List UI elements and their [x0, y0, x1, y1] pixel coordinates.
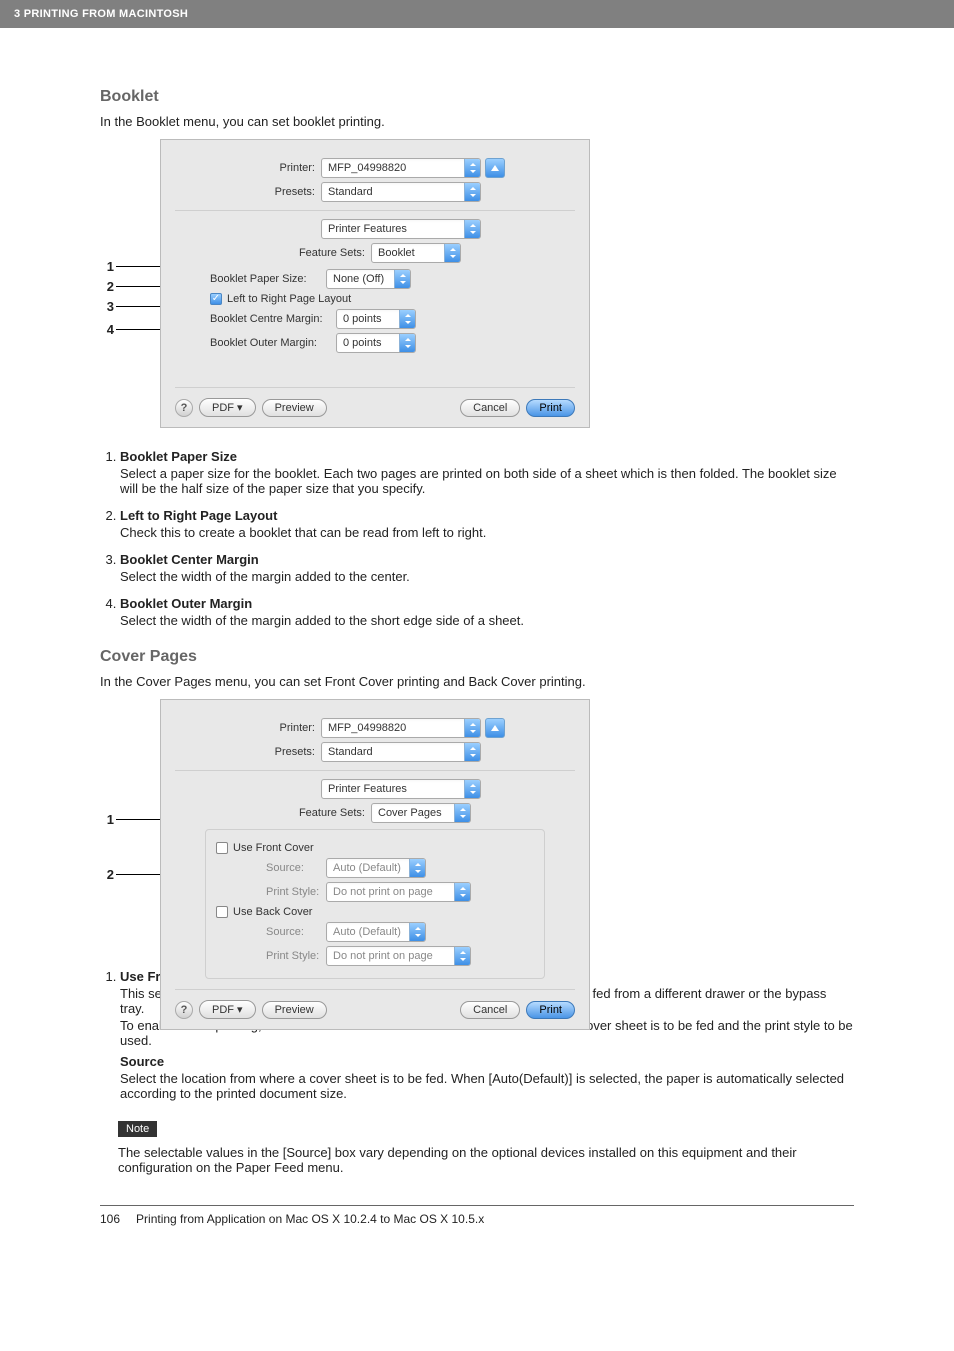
- printer-select[interactable]: MFP_04998820: [321, 718, 481, 738]
- chevron-updown-icon: [464, 743, 480, 761]
- presets-label: Presets:: [175, 186, 315, 198]
- feature-sets-label: Feature Sets:: [175, 247, 365, 259]
- page-number: 106: [100, 1212, 120, 1226]
- callout-2: 2: [100, 279, 114, 294]
- print-dialog-booklet: Printer: MFP_04998820 Presets: Standard …: [160, 139, 590, 428]
- def-body: Select a paper size for the booklet. Eac…: [120, 466, 854, 496]
- chevron-updown-icon: [464, 220, 480, 238]
- callout-1: 1: [100, 259, 114, 274]
- chevron-updown-icon: [399, 334, 415, 352]
- callout-1: 1: [100, 812, 114, 827]
- print-button[interactable]: Print: [526, 399, 575, 417]
- chevron-updown-icon: [399, 310, 415, 328]
- chevron-updown-icon: [454, 883, 470, 901]
- preview-button[interactable]: Preview: [262, 399, 327, 417]
- def-term: Booklet Paper Size: [120, 449, 237, 464]
- source-label: Source:: [266, 926, 320, 938]
- pane-select[interactable]: Printer Features: [321, 219, 481, 239]
- print-style-label: Print Style:: [266, 886, 320, 898]
- pdf-menu-button[interactable]: PDF ▾: [199, 1000, 256, 1019]
- front-style-select[interactable]: Do not print on page: [326, 882, 471, 902]
- use-back-cover-label: Use Back Cover: [233, 906, 312, 918]
- def-body: Select the width of the margin added to …: [120, 613, 854, 628]
- disclosure-button[interactable]: [485, 718, 505, 738]
- feature-sets-select[interactable]: Booklet: [371, 243, 461, 263]
- chevron-updown-icon: [409, 923, 425, 941]
- def-body: Check this to create a booklet that can …: [120, 525, 854, 540]
- note-label: Note: [118, 1121, 157, 1137]
- back-source-select[interactable]: Auto (Default): [326, 922, 426, 942]
- def-body: Select the location from where a cover s…: [120, 1071, 854, 1101]
- print-style-label: Print Style:: [266, 950, 320, 962]
- presets-select[interactable]: Standard: [321, 742, 481, 762]
- booklet-paper-size-select[interactable]: None (Off): [326, 269, 411, 289]
- booklet-definition-list: Booklet Paper Size Select a paper size f…: [100, 449, 854, 628]
- footer-rule: [100, 1205, 854, 1206]
- printer-label: Printer:: [175, 722, 315, 734]
- print-dialog-coverpages: Printer: MFP_04998820 Presets: Standard …: [160, 699, 590, 1030]
- feature-sets-label: Feature Sets:: [175, 807, 365, 819]
- front-source-select[interactable]: Auto (Default): [326, 858, 426, 878]
- source-label: Source:: [266, 862, 320, 874]
- use-back-cover-checkbox[interactable]: [216, 906, 228, 918]
- cancel-button[interactable]: Cancel: [460, 399, 520, 417]
- back-style-select[interactable]: Do not print on page: [326, 946, 471, 966]
- front-cover-group: Use Front Cover Source: Auto (Default) P…: [205, 829, 545, 979]
- cancel-button[interactable]: Cancel: [460, 1001, 520, 1019]
- def-term: Booklet Outer Margin: [120, 596, 252, 611]
- booklet-paper-size-label: Booklet Paper Size:: [210, 273, 320, 285]
- help-button[interactable]: ?: [175, 399, 193, 417]
- left-to-right-checkbox[interactable]: [210, 293, 222, 305]
- presets-select[interactable]: Standard: [321, 182, 481, 202]
- callout-4: 4: [100, 322, 114, 337]
- centre-margin-select[interactable]: 0 points: [336, 309, 416, 329]
- presets-label: Presets:: [175, 746, 315, 758]
- use-front-cover-label: Use Front Cover: [233, 842, 314, 854]
- def-term: Booklet Center Margin: [120, 552, 259, 567]
- figure-coverpages: 1 2 Printer: MFP_04998820 Presets: Stand…: [100, 699, 854, 949]
- section-intro-coverpages: In the Cover Pages menu, you can set Fro…: [100, 674, 854, 689]
- feature-sets-select[interactable]: Cover Pages: [371, 803, 471, 823]
- pane-select[interactable]: Printer Features: [321, 779, 481, 799]
- chevron-updown-icon: [464, 719, 480, 737]
- page-body: Booklet In the Booklet menu, you can set…: [0, 28, 954, 1266]
- printer-select[interactable]: MFP_04998820: [321, 158, 481, 178]
- chevron-updown-icon: [444, 244, 460, 262]
- help-button[interactable]: ?: [175, 1001, 193, 1019]
- preview-button[interactable]: Preview: [262, 1001, 327, 1019]
- def-body: Select the width of the margin added to …: [120, 569, 854, 584]
- outer-margin-select[interactable]: 0 points: [336, 333, 416, 353]
- centre-margin-label: Booklet Centre Margin:: [210, 313, 330, 325]
- print-button[interactable]: Print: [526, 1001, 575, 1019]
- section-title-booklet: Booklet: [100, 88, 854, 106]
- section-intro-booklet: In the Booklet menu, you can set booklet…: [100, 114, 854, 129]
- chevron-updown-icon: [464, 780, 480, 798]
- def-term: Left to Right Page Layout: [120, 508, 277, 523]
- disclosure-button[interactable]: [485, 158, 505, 178]
- footer-text: Printing from Application on Mac OS X 10…: [136, 1212, 484, 1226]
- chapter-header: 3 PRINTING FROM MACINTOSH: [0, 0, 954, 28]
- chevron-updown-icon: [454, 947, 470, 965]
- chevron-updown-icon: [464, 183, 480, 201]
- chevron-updown-icon: [394, 270, 410, 288]
- figure-booklet: 1 2 3 4 Printer: MFP_04998820 Presets:: [100, 139, 854, 429]
- def-subterm: Source: [120, 1054, 854, 1069]
- chevron-updown-icon: [454, 804, 470, 822]
- page-footer: 106 Printing from Application on Mac OS …: [100, 1212, 854, 1246]
- callout-3: 3: [100, 299, 114, 314]
- pdf-menu-button[interactable]: PDF ▾: [199, 398, 256, 417]
- callout-2: 2: [100, 867, 114, 882]
- chevron-updown-icon: [464, 159, 480, 177]
- chevron-updown-icon: [409, 859, 425, 877]
- use-front-cover-checkbox[interactable]: [216, 842, 228, 854]
- section-title-coverpages: Cover Pages: [100, 648, 854, 666]
- printer-label: Printer:: [175, 162, 315, 174]
- left-to-right-label: Left to Right Page Layout: [227, 293, 351, 305]
- outer-margin-label: Booklet Outer Margin:: [210, 337, 330, 349]
- note-text: The selectable values in the [Source] bo…: [118, 1145, 854, 1175]
